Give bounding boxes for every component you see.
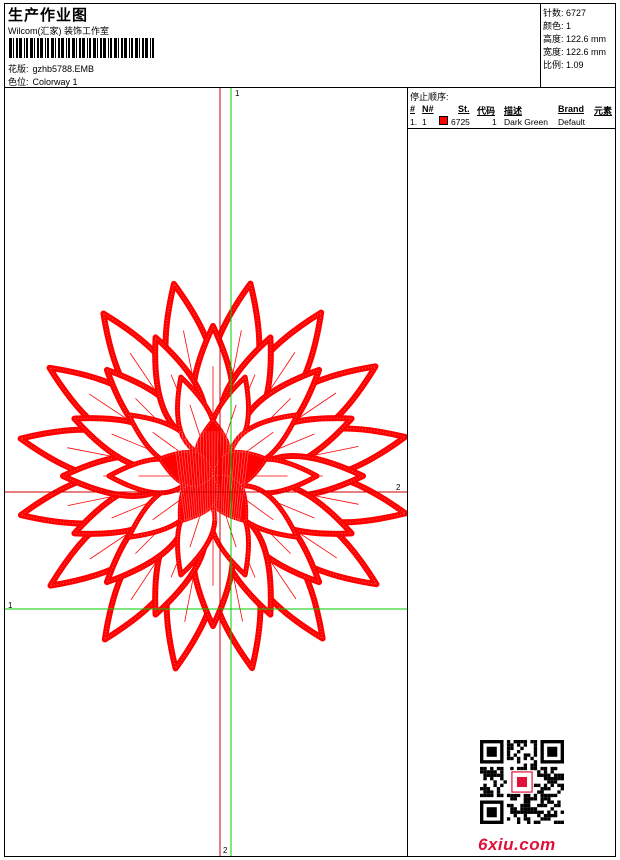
barcode bbox=[9, 38, 154, 58]
col-header-index: # bbox=[410, 104, 416, 114]
guide-label-vertical-red: 2 bbox=[223, 846, 228, 855]
row-description: Dark Green bbox=[504, 117, 548, 127]
stat-height-label: 高度: bbox=[543, 34, 564, 44]
stat-width-label: 宽度: bbox=[543, 47, 564, 57]
row-brand: Default bbox=[558, 117, 585, 127]
col-header-code: 代码 bbox=[477, 106, 496, 116]
guide-label-horizontal-red: 2 bbox=[396, 483, 401, 492]
stat-width: 宽度: 122.6 mm bbox=[543, 45, 606, 58]
colorway-value: Colorway 1 bbox=[32, 77, 78, 87]
row-divider bbox=[408, 128, 615, 129]
page-title: 生产作业图 bbox=[8, 7, 89, 24]
design-file-line: 花版: gzhb5788.EMB bbox=[8, 62, 94, 75]
design-file-label: 花版: bbox=[8, 64, 29, 74]
embroidery-flower bbox=[5, 88, 407, 856]
studio-subtitle: Wilcom(汇家) 装饰工作室 bbox=[8, 26, 109, 36]
guide-label-horizontal-green: 1 bbox=[8, 601, 13, 610]
stat-scale-value: 1.09 bbox=[566, 60, 584, 70]
stat-colors-value: 1 bbox=[566, 21, 572, 31]
col-header-needle: N# bbox=[422, 104, 434, 114]
stat-colors: 颜色: 1 bbox=[543, 19, 571, 32]
col-header-description: 描述 bbox=[504, 106, 523, 116]
row-needle: 1 bbox=[422, 117, 427, 127]
header-panel: 生产作业图 Wilcom(汇家) 装饰工作室 花版: gzhb5788.EMB 色… bbox=[5, 4, 541, 88]
stat-stitches-label: 针数: bbox=[543, 8, 564, 18]
row-index: 1. bbox=[410, 117, 418, 127]
production-worksheet: 生产作业图 Wilcom(汇家) 装饰工作室 花版: gzhb5788.EMB 色… bbox=[4, 3, 616, 857]
colorway-label: 色位: bbox=[8, 77, 29, 87]
guide-label-vertical-green: 1 bbox=[235, 89, 240, 98]
stat-height-value: 122.6 mm bbox=[566, 34, 607, 44]
col-header-element: 元素 bbox=[594, 106, 613, 116]
row-stitches: 1 bbox=[492, 117, 497, 127]
col-header-brand: Brand bbox=[558, 104, 585, 114]
stat-scale: 比例: 1.09 bbox=[543, 58, 584, 71]
stat-scale-label: 比例: bbox=[543, 60, 564, 70]
stat-colors-label: 颜色: bbox=[543, 21, 564, 31]
col-header-stitches: St. bbox=[458, 104, 470, 114]
thread-color-swatch bbox=[439, 116, 448, 125]
design-preview: 1 2 1 2 bbox=[5, 88, 408, 856]
stat-height: 高度: 122.6 mm bbox=[543, 32, 606, 45]
stat-width-value: 122.6 mm bbox=[566, 47, 607, 57]
stop-sequence-panel: 停止顺序: # N# St. 代码 描述 Brand 元素 1. 1 6725 … bbox=[408, 88, 615, 856]
row-code: 6725 bbox=[451, 117, 470, 127]
site-logo: 6xiu.com bbox=[478, 835, 556, 854]
stats-panel: 针数: 6727 颜色: 1 高度: 122.6 mm 宽度: 122.6 mm… bbox=[541, 4, 615, 88]
colorway-line: 色位: Colorway 1 bbox=[8, 75, 78, 88]
stop-sequence-title: 停止顺序: bbox=[410, 92, 449, 102]
design-file-value: gzhb5788.EMB bbox=[32, 64, 95, 74]
stat-stitches: 针数: 6727 bbox=[543, 6, 586, 19]
stat-stitches-value: 6727 bbox=[566, 8, 587, 18]
qr-code bbox=[480, 740, 564, 824]
